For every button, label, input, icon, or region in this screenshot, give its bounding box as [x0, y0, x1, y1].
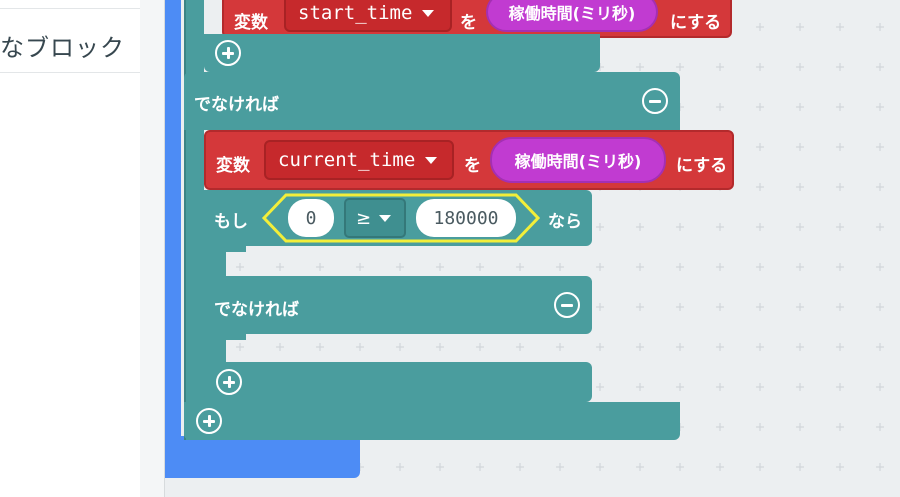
remove-else-button[interactable] [554, 292, 580, 318]
set-keyword: 変数 [234, 13, 268, 33]
if-else-outer-footer[interactable] [184, 402, 680, 440]
pill-label: 稼働時間(ミリ秒) [508, 4, 636, 23]
if-else-outer-spine[interactable] [184, 0, 204, 440]
toolbox-divider [0, 8, 140, 9]
pill-label: 稼働時間(ミリ秒) [514, 152, 642, 171]
start-time-variable-dropdown[interactable]: start_time [284, 0, 452, 32]
else-outer-header[interactable]: でなければ [184, 72, 680, 130]
loop-block-spine[interactable] [165, 0, 181, 478]
left-operand-value: 0 [305, 207, 317, 229]
add-branch-button[interactable] [196, 408, 222, 434]
if-label: もし [214, 212, 248, 232]
if-branch-footer[interactable] [204, 34, 600, 72]
variable-name: current_time [278, 149, 416, 171]
toolbox-panel: なブロック [0, 0, 141, 497]
operator-dropdown[interactable]: ≥ [344, 198, 406, 238]
toolbox-category-label[interactable]: なブロック [0, 28, 125, 63]
assign-suffix: にする [676, 156, 728, 176]
loop-block-footer[interactable] [165, 436, 360, 478]
else-label: でなければ [194, 95, 279, 115]
operator-symbol: ≥ [356, 207, 372, 229]
variable-name: start_time [298, 2, 413, 24]
toolbox-scroll-gutter [140, 0, 165, 497]
then-label: なら [548, 212, 582, 232]
running-time-ms-pill[interactable]: 稼働時間(ミリ秒) [490, 137, 666, 183]
set-start-time-block[interactable]: 変数 start_time を 稼働時間(ミリ秒) にする [222, 0, 732, 38]
else-inner-header[interactable]: でなければ [204, 276, 592, 334]
toolbox-divider [0, 72, 140, 73]
else-label: でなければ [214, 300, 299, 320]
remove-else-button[interactable] [642, 88, 668, 114]
assign-word: を [464, 156, 481, 176]
statement-notch [226, 334, 246, 340]
caret-down-icon [422, 9, 435, 17]
caret-down-icon [379, 214, 392, 222]
current-time-variable-dropdown[interactable]: current_time [264, 140, 454, 180]
set-keyword: 変数 [216, 156, 250, 176]
running-time-ms-pill[interactable]: 稼働時間(ミリ秒) [486, 0, 658, 32]
assign-word: を [460, 13, 477, 33]
add-branch-button[interactable] [215, 40, 241, 66]
right-operand-value: 180000 [433, 207, 499, 229]
assign-suffix: にする [670, 13, 722, 33]
if-inner-footer[interactable] [204, 362, 592, 402]
right-operand-field[interactable]: 180000 [416, 199, 516, 237]
left-operand-field[interactable]: 0 [288, 199, 334, 237]
set-current-time-block[interactable]: 変数 current_time を 稼働時間(ミリ秒) にする [204, 130, 734, 190]
caret-down-icon [425, 156, 438, 164]
add-branch-button[interactable] [216, 369, 242, 395]
statement-notch [226, 246, 246, 252]
